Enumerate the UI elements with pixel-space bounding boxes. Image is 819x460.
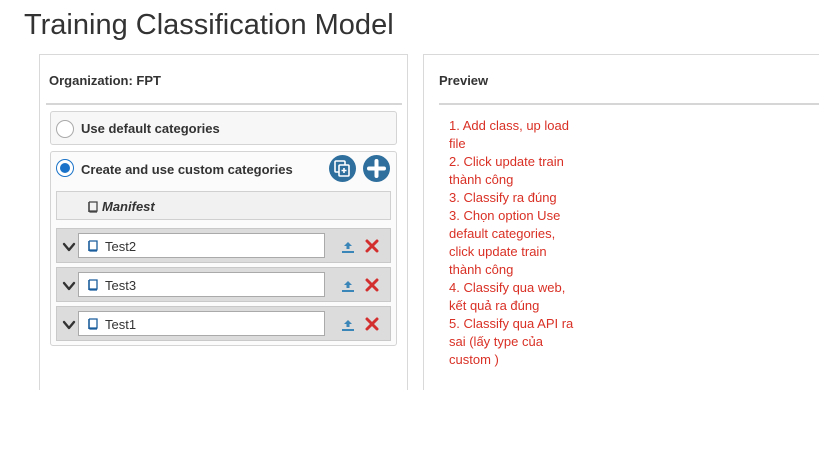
custom-categories-radio[interactable] <box>56 159 74 177</box>
preview-notes: 1. Add class, up load file 2. Click upda… <box>449 117 589 369</box>
upload-icon[interactable] <box>341 240 355 254</box>
add-class-button[interactable] <box>363 155 390 182</box>
organization-header: Organization: FPT <box>49 73 161 88</box>
note-line: sai (lấy type của <box>449 334 543 349</box>
book-icon <box>88 318 98 330</box>
book-icon <box>88 279 98 291</box>
upload-icon[interactable] <box>341 279 355 293</box>
book-icon <box>88 201 98 213</box>
preview-panel: Preview 1. Add class, up load file 2. Cl… <box>423 54 819 390</box>
class-name-input[interactable]: Test3 <box>78 272 325 297</box>
close-icon[interactable] <box>365 278 379 292</box>
note-line: 1. Add class, up load <box>449 118 569 133</box>
header-divider <box>439 103 819 105</box>
default-categories-option[interactable]: Use default categories <box>50 111 397 145</box>
note-line: file <box>449 136 466 151</box>
note-line: 2. Click update train <box>449 154 564 169</box>
custom-categories-label: Create and use custom categories <box>81 162 293 177</box>
header-divider <box>46 103 402 105</box>
class-row-test2: Test2 <box>56 228 391 263</box>
categories-panel: Organization: FPT Use default categories… <box>39 54 408 390</box>
copy-add-button[interactable] <box>329 155 356 182</box>
copy-plus-icon <box>334 160 350 177</box>
note-line: 3. Classify ra đúng <box>449 190 557 205</box>
class-name: Test1 <box>105 317 137 332</box>
note-line: custom ) <box>449 352 499 367</box>
note-line: thành công <box>449 262 514 277</box>
preview-header: Preview <box>439 73 489 88</box>
chevron-down-icon[interactable] <box>62 279 76 293</box>
close-icon[interactable] <box>365 239 379 253</box>
plus-circle-icon <box>367 159 386 178</box>
class-row-test3: Test3 <box>56 267 391 302</box>
manifest-label: Manifest <box>102 199 155 214</box>
radio-selected-dot <box>60 163 70 173</box>
note-line: 3. Chọn option Use <box>449 208 561 223</box>
manifest-row[interactable]: Manifest <box>56 191 391 220</box>
chevron-down-icon[interactable] <box>62 318 76 332</box>
class-name-input[interactable]: Test2 <box>78 233 325 258</box>
page-title: Training Classification Model <box>24 9 394 41</box>
note-line: click update train <box>449 244 547 259</box>
default-categories-radio[interactable] <box>56 120 74 138</box>
close-icon[interactable] <box>365 317 379 331</box>
class-name-input[interactable]: Test1 <box>78 311 325 336</box>
upload-icon[interactable] <box>341 318 355 332</box>
default-categories-label: Use default categories <box>81 121 220 136</box>
book-icon <box>88 240 98 252</box>
class-name: Test2 <box>105 239 137 254</box>
class-row-test1: Test1 <box>56 306 391 341</box>
note-line: default categories, <box>449 226 556 241</box>
chevron-down-icon[interactable] <box>62 240 76 254</box>
note-line: thành công <box>449 172 514 187</box>
note-line: 4. Classify qua web, <box>449 280 566 295</box>
custom-categories-option[interactable]: Create and use custom categories Manifes… <box>50 151 397 346</box>
note-line: kết quả ra đúng <box>449 298 540 313</box>
class-name: Test3 <box>105 278 137 293</box>
note-line: 5. Classify qua API ra <box>449 316 574 331</box>
